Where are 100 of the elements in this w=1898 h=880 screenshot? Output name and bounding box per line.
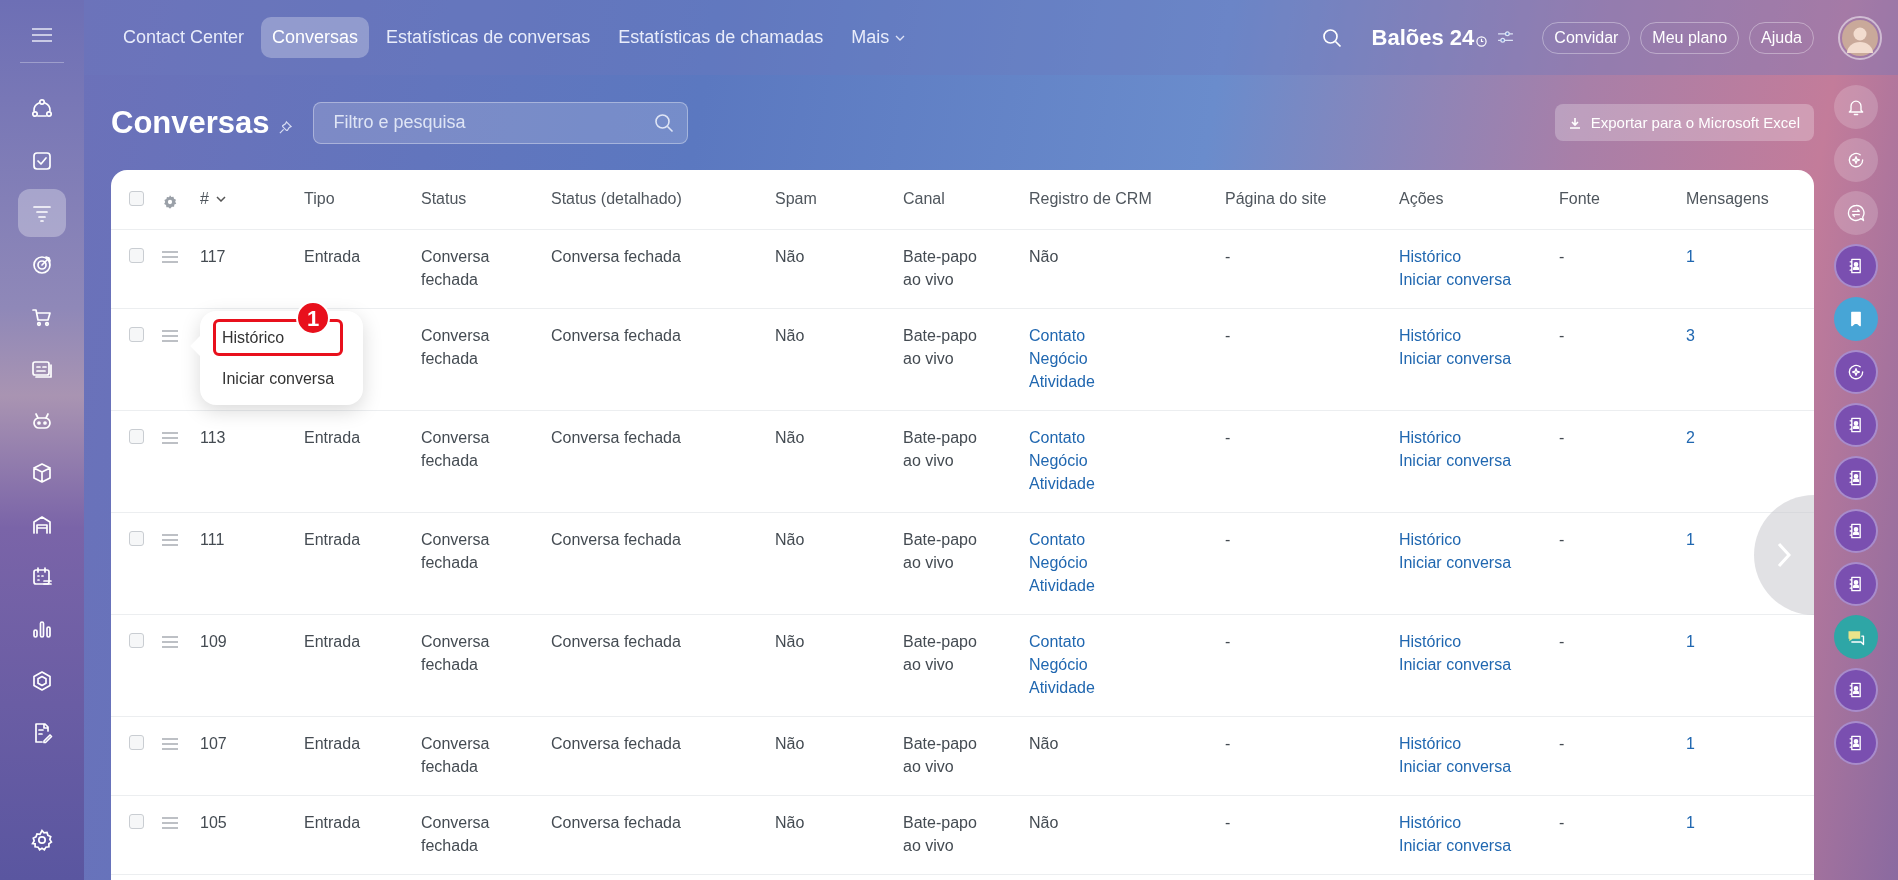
rail-contact-icon[interactable] [1834,721,1878,765]
table-cell-text: Conversa fechada [551,813,681,833]
messages-count-link[interactable]: 1 [1686,732,1695,755]
action-link[interactable]: Histórico [1399,630,1462,653]
more-tab[interactable]: Mais [840,17,917,58]
row-checkbox[interactable] [129,327,144,342]
column-header[interactable]: Canal [903,187,945,210]
column-header[interactable]: Spam [775,187,817,210]
row-menu-icon[interactable] [162,251,178,263]
rail-chat-icon[interactable] [1834,615,1878,659]
row-menu-icon[interactable] [162,817,178,829]
messages-count-link[interactable]: 1 [1686,811,1695,834]
table-cell-text: Não [775,530,805,550]
column-header[interactable]: Fonte [1559,187,1600,210]
column-header[interactable]: Registro de CRM [1029,187,1152,210]
row-menu-icon[interactable] [162,534,178,546]
column-header[interactable]: Ações [1399,187,1444,210]
action-link[interactable]: Histórico [1399,732,1462,755]
rail-contact-icon[interactable] [1834,562,1878,606]
nav-tab[interactable]: Estatísticas de conversas [375,17,602,58]
row-menu-icon[interactable] [162,636,178,648]
menu-item[interactable]: Iniciar conversa [213,360,344,397]
action-link[interactable]: Histórico [1399,245,1462,268]
crm-link[interactable]: Negócio [1029,449,1088,472]
rail-contact-icon[interactable] [1834,403,1878,447]
messages-count-link[interactable]: 1 [1686,245,1695,268]
nav-tab[interactable]: Contact Center [112,17,256,58]
messages-count-link[interactable]: 1 [1686,528,1695,551]
search-icon[interactable] [1321,27,1342,48]
action-link[interactable]: Histórico [1399,426,1462,449]
column-header[interactable]: Página do site [1225,187,1327,210]
rail-swap-icon[interactable] [1834,191,1878,235]
table-cell-text: - [1225,530,1231,550]
select-all-checkbox[interactable] [129,191,144,206]
row-menu-icon[interactable] [162,330,178,342]
column-header[interactable]: Mensagens [1686,187,1769,210]
nav-tab[interactable]: Estatísticas de chamadas [607,17,835,58]
action-link[interactable]: Histórico [1399,324,1462,347]
table-cell-text: 113 [200,428,226,448]
messages-count-link[interactable]: 3 [1686,324,1695,347]
crm-link[interactable]: Contato [1029,324,1086,347]
row-checkbox[interactable] [129,633,144,648]
action-link[interactable]: Histórico [1399,811,1462,834]
messages-count-link[interactable]: 2 [1686,426,1695,449]
row-checkbox[interactable] [129,248,144,263]
crm-link[interactable]: Contato [1029,630,1086,653]
rail-sparkle-icon[interactable] [1834,138,1878,182]
rail-bell-icon[interactable] [1834,85,1878,129]
table-cell-text: Bate-papo ao vivo [903,326,978,369]
table-cell-text: Entrada [304,247,361,267]
crm-link[interactable]: Contato [1029,426,1086,449]
row-checkbox[interactable] [129,735,144,750]
table-cell-text: Bate-papo ao vivo [903,247,978,290]
table-cell-text: Conversa fechada [551,247,681,267]
chevron-right-icon [1776,541,1792,569]
action-link[interactable]: Iniciar conversa [1399,551,1512,574]
row-checkbox[interactable] [129,531,144,546]
sort-column-header[interactable]: # [200,187,226,210]
column-header[interactable]: Status [421,187,467,210]
sliders-icon[interactable] [1497,31,1515,44]
action-link[interactable]: Iniciar conversa [1399,755,1512,778]
row-checkbox[interactable] [129,814,144,829]
user-avatar[interactable] [1838,15,1882,60]
action-link[interactable]: Iniciar conversa [1399,268,1512,291]
crm-link[interactable]: Negócio [1029,347,1088,370]
action-link[interactable]: Iniciar conversa [1399,347,1512,370]
table-cell-text: - [1559,530,1565,550]
row-menu-icon[interactable] [162,432,178,444]
table-cell-text: Conversa fechada [551,428,681,448]
crm-link[interactable]: Negócio [1029,551,1088,574]
pin-icon[interactable] [277,120,293,135]
rail-contact-icon[interactable] [1834,668,1878,712]
rail-contact-icon[interactable] [1834,456,1878,500]
row-checkbox[interactable] [129,429,144,444]
crm-link[interactable]: Contato [1029,528,1086,551]
crm-link[interactable]: Negócio [1029,653,1088,676]
action-link[interactable]: Histórico [1399,528,1462,551]
action-link[interactable]: Iniciar conversa [1399,653,1512,676]
messages-count-link[interactable]: 1 [1686,630,1695,653]
column-header[interactable]: Status (detalhado) [551,187,682,210]
rail-bookmark-icon[interactable] [1834,297,1878,341]
crm-link[interactable]: Atividade [1029,676,1095,699]
table-cell-text: Entrada [304,734,361,754]
settings-icon[interactable] [30,828,54,852]
crm-link[interactable]: Atividade [1029,472,1095,495]
table-cell-text: Conversa fechada [421,326,491,369]
rail-assistant-icon[interactable] [1834,350,1878,394]
column-header[interactable]: Tipo [304,187,335,210]
rail-contact-icon[interactable] [1834,244,1878,288]
menu-icon[interactable] [32,28,52,42]
sidebar-filter-icon[interactable] [18,189,66,237]
action-link[interactable]: Iniciar conversa [1399,834,1512,857]
rail-contact-icon[interactable] [1834,509,1878,553]
table-cell-text: - [1559,428,1565,448]
logo-text[interactable]: Balões 24 [1371,24,1475,51]
crm-link[interactable]: Atividade [1029,370,1095,393]
action-link[interactable]: Iniciar conversa [1399,449,1512,472]
row-menu-icon[interactable] [162,738,178,750]
settings-icon[interactable] [162,193,178,210]
crm-link[interactable]: Atividade [1029,574,1095,597]
